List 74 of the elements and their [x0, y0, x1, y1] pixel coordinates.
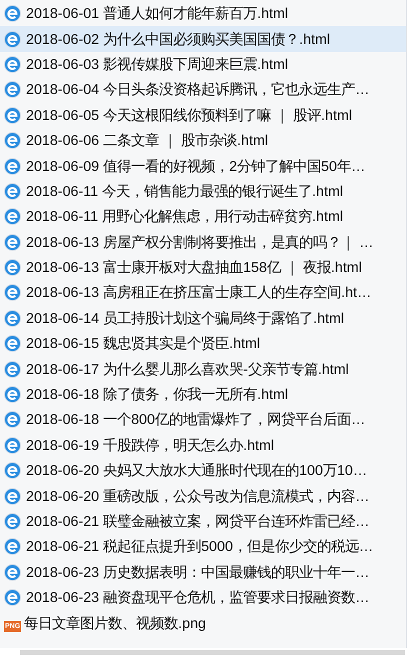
- file-name: 2018-06-23 融资盘现平仓危机，监管要求日报融资数…: [26, 589, 370, 608]
- file-name: 2018-06-09 值得一看的好视频，2分钟了解中国50年…: [26, 158, 366, 176]
- browser-file-icon: [4, 106, 21, 124]
- file-name: 2018-06-17 为什么婴儿那么喜欢哭-父亲节专篇.html: [26, 360, 349, 379]
- browser-file-icon: [4, 386, 21, 404]
- file-name: 2018-06-06 二条文章 ｜ 股市杂谈.html: [26, 132, 268, 150]
- file-name: 2018-06-13 房屋产权分割制将要推出，是真的吗？｜ …: [26, 234, 374, 252]
- file-item[interactable]: 2018-06-01 普通人如何才能年薪百万.html: [0, 1, 406, 26]
- file-name: 2018-06-13 富士康开板对大盘抽血158亿 ｜ 夜报.html: [26, 258, 362, 278]
- file-name: 2018-06-13 高房租正在挤压富士康工人的生存空间.ht…: [26, 284, 372, 302]
- file-name: 2018-06-21 税起征点提升到5000，但是你少交的税远…: [26, 538, 374, 556]
- file-item[interactable]: 2018-06-20 重磅改版，公众号改为信息流模式，内容…: [0, 483, 406, 509]
- browser-file-icon: [4, 411, 21, 428]
- browser-file-icon: [4, 436, 21, 454]
- file-name: 2018-06-21 联璧金融被立案，网贷平台连环炸雷已经…: [26, 512, 370, 531]
- file-name: 2018-06-04 今日头条没资格起诉腾讯，它也永远生产…: [26, 80, 370, 100]
- file-name: 2018-06-23 历史数据表明：中国最赚钱的职业十年一…: [26, 564, 370, 582]
- file-item[interactable]: 2018-06-11 用野心化解焦虑，用行动击碎贫穷.html: [0, 204, 406, 230]
- browser-file-icon: [4, 513, 21, 530]
- file-item[interactable]: 2018-06-03 影视传媒股下周迎来巨震.html: [0, 52, 406, 78]
- horizontal-scrollbar[interactable]: [20, 650, 405, 655]
- browser-file-icon: [4, 208, 21, 226]
- file-item[interactable]: 2018-06-02 为什么中国必须购买美国国债？.html: [0, 26, 406, 52]
- file-name: 2018-06-15 魏忠贤其实是个贤臣.html: [26, 334, 260, 354]
- file-item[interactable]: 2018-06-14 员工持股计划这个骗局终于露馅了.html: [0, 306, 406, 332]
- file-name: 2018-06-11 今天，销售能力最强的银行诞生了.html: [26, 182, 344, 201]
- browser-file-icon: [4, 5, 21, 22]
- file-item[interactable]: 2018-06-23 历史数据表明：中国最赚钱的职业十年一…: [0, 560, 406, 585]
- file-item[interactable]: 2018-06-19 千股跌停，明天怎么办.html: [0, 432, 406, 458]
- browser-file-icon: [4, 488, 21, 505]
- file-item[interactable]: 2018-06-13 富士康开板对大盘抽血158亿 ｜ 夜报.html: [0, 254, 406, 280]
- file-item[interactable]: 2018-06-17 为什么婴儿那么喜欢哭-父亲节专篇.html: [0, 356, 406, 382]
- browser-file-icon: [4, 30, 21, 48]
- file-name: 2018-06-11 用野心化解焦虑，用行动击碎贫穷.html: [26, 208, 344, 226]
- browser-file-icon: [4, 259, 21, 276]
- file-item[interactable]: 2018-06-21 联璧金融被立案，网贷平台连环炸雷已经…: [0, 508, 406, 534]
- browser-file-icon: [4, 158, 21, 175]
- file-item[interactable]: 2018-06-06 二条文章 ｜ 股市杂谈.html: [0, 128, 406, 154]
- browser-file-icon: [4, 589, 21, 606]
- browser-file-icon: [4, 310, 21, 327]
- browser-file-icon: [4, 56, 21, 73]
- file-name: 2018-06-05 今天这根阳线你预料到了嘛 ｜ 股评.html: [26, 106, 352, 125]
- file-name: 2018-06-02 为什么中国必须购买美国国债？.html: [26, 30, 330, 49]
- browser-file-icon: [4, 564, 21, 581]
- file-name: 每日文章图片数、视频数.png: [24, 614, 206, 633]
- browser-file-icon: [4, 182, 21, 200]
- file-name: 2018-06-01 普通人如何才能年薪百万.html: [26, 4, 288, 24]
- browser-file-icon: [4, 81, 21, 98]
- browser-file-icon: [4, 284, 21, 302]
- browser-file-icon: [4, 234, 21, 251]
- file-item[interactable]: 2018-06-18 一个800亿的地雷爆炸了，网贷平台后面…: [0, 407, 406, 433]
- browser-file-icon: [4, 538, 21, 556]
- file-name: 2018-06-03 影视传媒股下周迎来巨震.html: [26, 56, 288, 74]
- file-item[interactable]: 2018-06-09 值得一看的好视频，2分钟了解中国50年…: [0, 153, 406, 179]
- file-name: 2018-06-14 员工持股计划这个骗局终于露馅了.html: [26, 310, 344, 328]
- file-name: 2018-06-20 重磅改版，公众号改为信息流模式，内容…: [26, 488, 370, 506]
- file-item[interactable]: 2018-06-20 央妈又大放水大通胀时代现在的100万10…: [0, 458, 406, 484]
- file-item[interactable]: 2018-06-15 魏忠贤其实是个贤臣.html: [0, 331, 406, 356]
- file-item[interactable]: 2018-06-11 今天，销售能力最强的银行诞生了.html: [0, 178, 406, 204]
- file-item[interactable]: 2018-06-21 税起征点提升到5000，但是你少交的税远…: [0, 534, 406, 560]
- file-name: 2018-06-20 央妈又大放水大通胀时代现在的100万10…: [26, 462, 368, 480]
- browser-file-icon: [4, 132, 21, 150]
- file-item[interactable]: 2018-06-18 除了债务，你我一无所有.html: [0, 382, 406, 408]
- file-item[interactable]: 2018-06-23 融资盘现平仓危机，监管要求日报融资数…: [0, 584, 406, 610]
- browser-file-icon: [4, 462, 21, 480]
- file-item[interactable]: 2018-06-05 今天这根阳线你预料到了嘛 ｜ 股评.html: [0, 102, 406, 128]
- file-name: 2018-06-19 千股跌停，明天怎么办.html: [26, 436, 274, 455]
- browser-file-icon: [4, 335, 21, 352]
- file-item[interactable]: 2018-06-13 高房租正在挤压富士康工人的生存空间.ht…: [0, 280, 406, 306]
- file-name: 2018-06-18 一个800亿的地雷爆炸了，网贷平台后面…: [26, 411, 366, 430]
- file-name: 2018-06-18 除了债务，你我一无所有.html: [26, 386, 288, 404]
- browser-file-icon: [4, 360, 21, 378]
- file-item[interactable]: 2018-06-13 房屋产权分割制将要推出，是真的吗？｜ …: [0, 230, 406, 255]
- file-item[interactable]: 2018-06-04 今日头条没资格起诉腾讯，它也永远生产…: [0, 77, 406, 103]
